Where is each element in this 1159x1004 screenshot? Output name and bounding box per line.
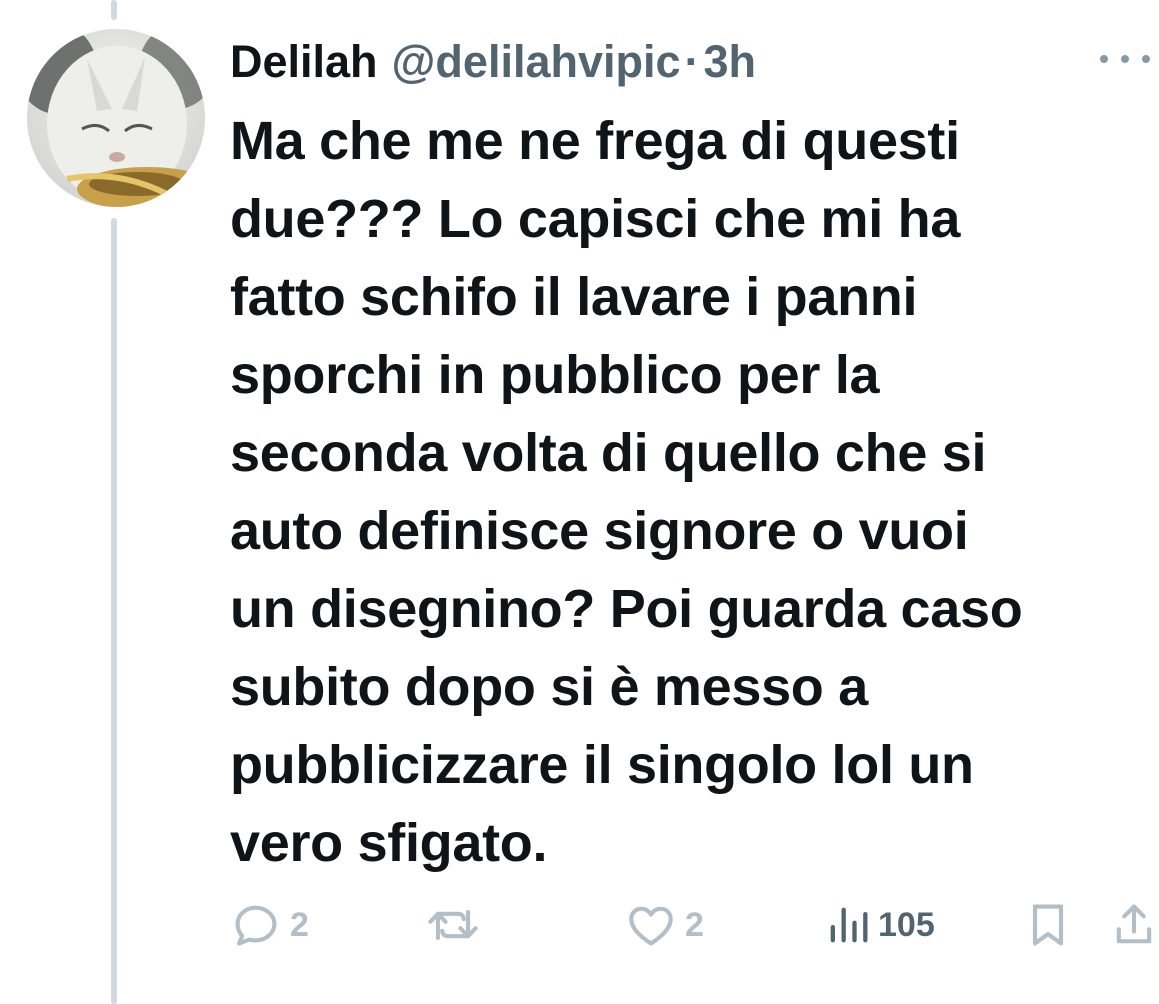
retweet-icon: [428, 910, 478, 940]
like-count: 2: [685, 905, 704, 944]
views-button[interactable]: 105: [826, 890, 935, 960]
tweet-actions-bar: 2 2 105: [0, 890, 1159, 960]
views-icon: [830, 907, 868, 943]
views-count: 105: [878, 905, 935, 944]
tweet-text-line: fatto schifo il lavare i panni: [230, 267, 918, 327]
reply-button[interactable]: 2: [230, 890, 309, 960]
share-icon: [1116, 904, 1152, 944]
tweet-timestamp[interactable]: 3h: [704, 34, 757, 90]
tweet-text-line: Ma che me ne frega di questi: [230, 111, 960, 171]
more-icon: [1100, 55, 1108, 63]
header-separator: ·: [684, 36, 700, 87]
tweet-text-line: auto definisce signore o vuoi: [230, 501, 969, 561]
tweet-header: Delilah @delilahvipic · 3h: [230, 34, 756, 90]
more-icon: [1142, 55, 1150, 63]
tweet-text-line: due??? Lo capisci che mi ha: [230, 189, 961, 249]
avatar[interactable]: [27, 29, 205, 207]
reply-icon: [235, 905, 277, 946]
tweet-text-line: un disegnino? Poi guarda caso: [230, 579, 1023, 639]
cat-avatar-image: [27, 29, 205, 207]
tweet-text: Ma che me ne frega di questi due??? Lo c…: [230, 102, 1130, 882]
thread-line: [111, 218, 117, 1004]
share-button[interactable]: [1112, 890, 1156, 960]
retweet-button[interactable]: [425, 890, 481, 960]
tweet-text-line: pubblicizzare il singolo lol un: [230, 735, 974, 795]
more-options-button[interactable]: [1100, 44, 1150, 74]
thread-line-top: [111, 0, 117, 20]
bookmark-button[interactable]: [1026, 890, 1070, 960]
bookmark-icon: [1032, 904, 1064, 946]
like-button[interactable]: 2: [625, 890, 704, 960]
heart-icon: [629, 906, 673, 946]
author-display-name[interactable]: Delilah: [230, 34, 378, 90]
more-icon: [1121, 55, 1129, 63]
reply-count: 2: [290, 905, 309, 944]
tweet-text-line: subito dopo si è messo a: [230, 657, 868, 717]
author-handle[interactable]: @delilahvipic: [392, 34, 681, 90]
tweet-text-line: vero sfigato.: [230, 813, 548, 873]
tweet-text-line: seconda volta di quello che si: [230, 423, 987, 483]
tweet-text-line: sporchi in pubblico per la: [230, 345, 880, 405]
